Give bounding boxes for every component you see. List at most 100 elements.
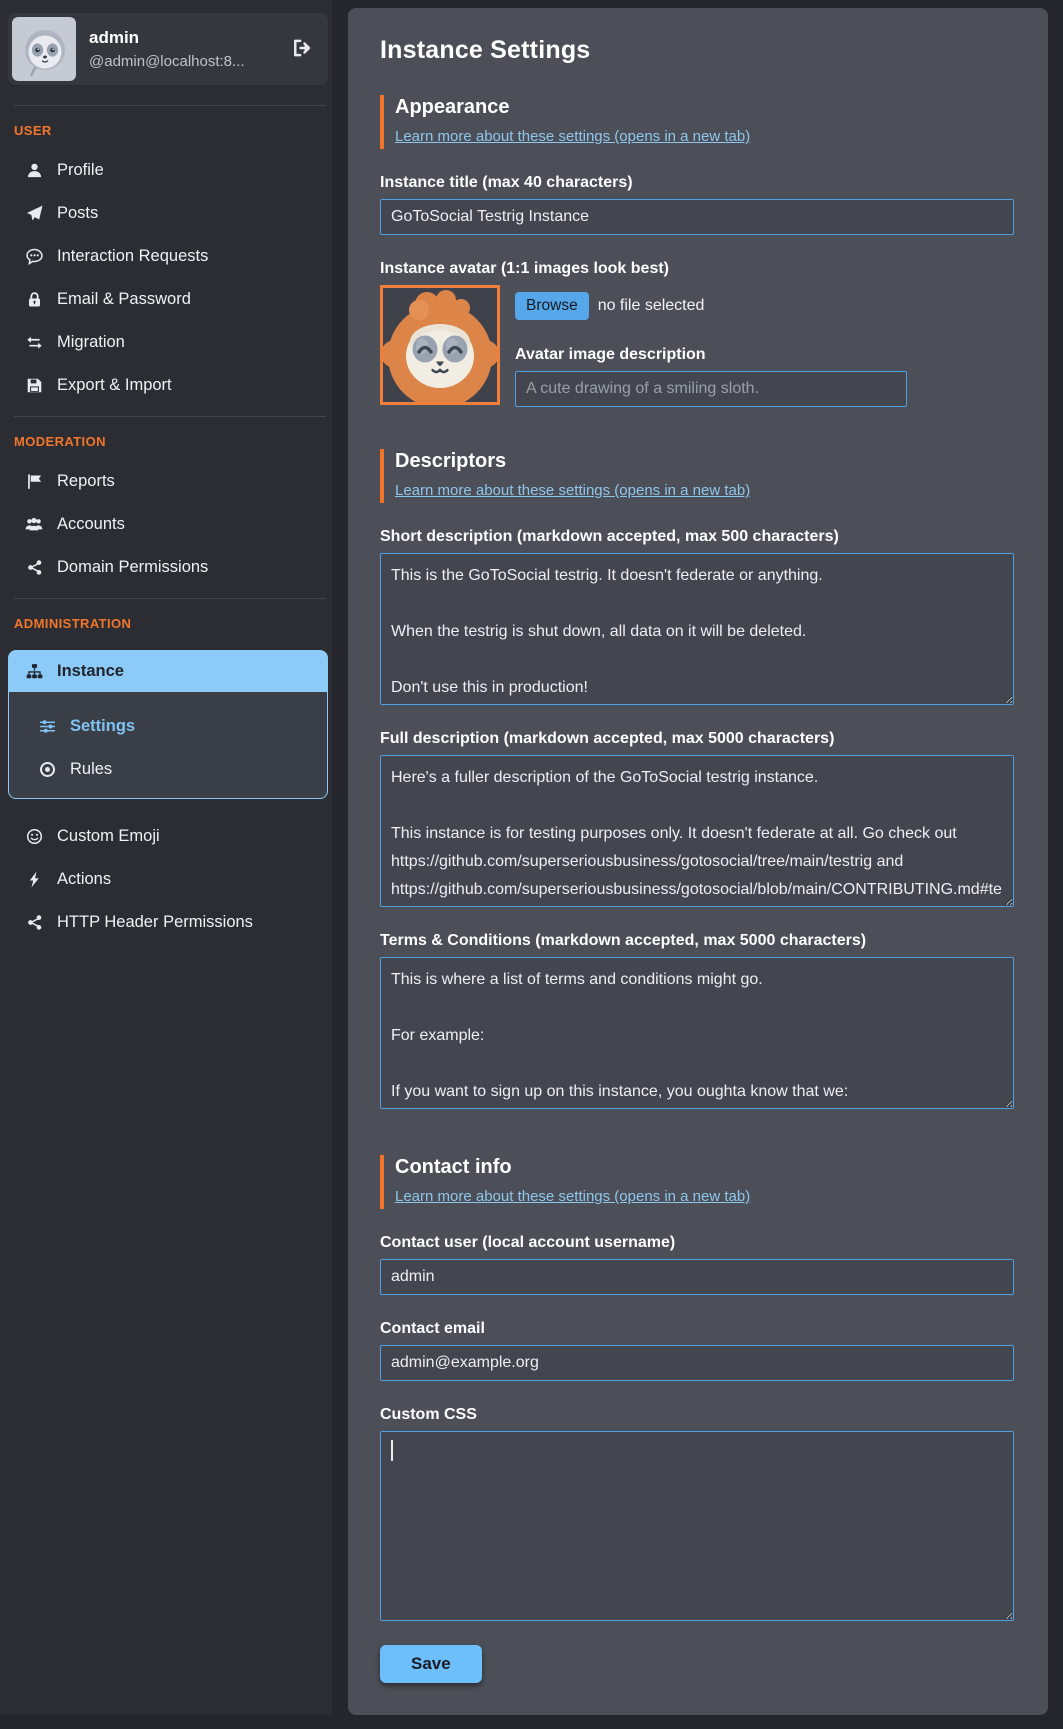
contact-email-label: Contact email [380, 1320, 1014, 1338]
avatar-description-label: Avatar image description [515, 346, 1014, 364]
sidebar-divider [14, 416, 326, 417]
logout-icon [292, 37, 312, 59]
sidebar-divider [14, 598, 326, 599]
instance-avatar-field: Instance avatar (1:1 images look best) [380, 260, 1014, 407]
sidebar-item-accounts[interactable]: Accounts [24, 513, 332, 535]
sidebar-item-label: Custom Emoji [57, 827, 160, 846]
instance-avatar-image [380, 285, 500, 405]
bolt-icon [24, 871, 44, 888]
user-name: admin [89, 27, 245, 48]
page-title: Instance Settings [380, 36, 1014, 65]
terms-label: Terms & Conditions (markdown accepted, m… [380, 932, 1014, 950]
full-description-label: Full description (markdown accepted, max… [380, 730, 1014, 748]
sidebar-item-label: Reports [57, 472, 115, 491]
custom-css-textarea[interactable] [380, 1431, 1014, 1621]
save-button[interactable]: Save [380, 1645, 482, 1683]
page: admin @admin@localhost:8... USER Profile [0, 0, 1063, 1729]
appearance-section-header: Appearance Learn more about these settin… [380, 95, 1014, 149]
floppy-disk-icon [24, 377, 44, 394]
instance-nav-block: Instance Settings Rules [8, 650, 328, 799]
descriptors-heading: Descriptors [395, 450, 1014, 473]
sidebar-item-label: Export & Import [57, 376, 172, 395]
sidebar-item-label: Email & Password [57, 290, 191, 309]
sidebar-item-export-import[interactable]: Export & Import [24, 374, 332, 396]
user-avatar [12, 17, 76, 81]
sidebar-item-label: Settings [70, 717, 135, 736]
arrows-left-right-icon [24, 334, 44, 351]
users-icon [24, 516, 44, 533]
sidebar-item-label: Instance [57, 662, 124, 681]
terms-field: Terms & Conditions (markdown accepted, m… [380, 932, 1014, 1109]
sidebar-item-migration[interactable]: Migration [24, 331, 332, 353]
appearance-learn-more-link[interactable]: Learn more about these settings (opens i… [395, 128, 750, 145]
sidebar-item-posts[interactable]: Posts [24, 202, 332, 224]
short-description-label: Short description (markdown accepted, ma… [380, 528, 1014, 546]
file-status-text: no file selected [598, 297, 705, 315]
sitemap-icon [24, 663, 44, 680]
paper-plane-icon [24, 205, 44, 222]
sidebar-item-profile[interactable]: Profile [24, 159, 332, 181]
smiley-icon [24, 828, 44, 845]
sidebar-item-label: Domain Permissions [57, 558, 208, 577]
user-handle: @admin@localhost:8... [89, 53, 245, 72]
contact-user-input[interactable] [380, 1259, 1014, 1295]
sidebar-item-http-header-permissions[interactable]: HTTP Header Permissions [24, 911, 332, 933]
sidebar-item-reports[interactable]: Reports [24, 470, 332, 492]
instance-settings-panel: Instance Settings Appearance Learn more … [348, 8, 1048, 1715]
sidebar-item-instance[interactable]: Instance [8, 650, 328, 692]
sidebar-item-label: Migration [57, 333, 125, 352]
descriptors-learn-more-link[interactable]: Learn more about these settings (opens i… [395, 482, 750, 499]
sidebar-item-email-password[interactable]: Email & Password [24, 288, 332, 310]
avatar-description-input[interactable] [515, 371, 907, 407]
terms-textarea[interactable]: This is where a list of terms and condit… [380, 957, 1014, 1109]
user-card[interactable]: admin @admin@localhost:8... [8, 13, 328, 85]
sliders-icon [37, 718, 57, 735]
short-description-field: Short description (markdown accepted, ma… [380, 528, 1014, 705]
contact-email-field: Contact email [380, 1320, 1014, 1381]
descriptors-section-header: Descriptors Learn more about these setti… [380, 449, 1014, 503]
sidebar-item-actions[interactable]: Actions [24, 868, 332, 890]
instance-title-field: Instance title (max 40 characters) [380, 174, 1014, 235]
appearance-heading: Appearance [395, 96, 1014, 119]
instance-submenu: Settings Rules [8, 692, 328, 799]
browse-button[interactable]: Browse [515, 292, 589, 320]
share-nodes-icon [24, 914, 44, 931]
sidebar-item-custom-emoji[interactable]: Custom Emoji [24, 825, 332, 847]
sidebar-item-interaction-requests[interactable]: Interaction Requests [24, 245, 332, 267]
custom-css-field: Custom CSS [380, 1406, 1014, 1621]
sidebar-item-label: Actions [57, 870, 111, 889]
lock-icon [24, 291, 44, 308]
sidebar-section-heading-user: USER [14, 123, 332, 138]
sidebar-item-rules[interactable]: Rules [37, 758, 327, 780]
sidebar-item-label: Rules [70, 760, 112, 779]
instance-avatar-label: Instance avatar (1:1 images look best) [380, 260, 1014, 278]
logout-button[interactable] [286, 33, 318, 66]
sidebar-item-label: Posts [57, 204, 98, 223]
user-icon [24, 162, 44, 179]
sidebar: admin @admin@localhost:8... USER Profile [0, 0, 332, 1715]
sidebar-item-label: Interaction Requests [57, 247, 208, 266]
sidebar-item-label: HTTP Header Permissions [57, 913, 253, 932]
user-names: admin @admin@localhost:8... [89, 27, 245, 72]
contact-learn-more-link[interactable]: Learn more about these settings (opens i… [395, 1188, 750, 1205]
custom-css-label: Custom CSS [380, 1406, 1014, 1424]
sidebar-item-settings[interactable]: Settings [37, 715, 327, 737]
short-description-textarea[interactable]: This is the GoToSocial testrig. It doesn… [380, 553, 1014, 705]
comment-dots-icon [24, 248, 44, 265]
flag-icon [24, 473, 44, 490]
instance-title-input[interactable] [380, 199, 1014, 235]
sidebar-item-label: Profile [57, 161, 104, 180]
sidebar-item-label: Accounts [57, 515, 125, 534]
contact-heading: Contact info [395, 1156, 1014, 1179]
full-description-textarea[interactable]: Here's a fuller description of the GoToS… [380, 755, 1014, 907]
circle-dot-icon [37, 761, 57, 778]
contact-section-header: Contact info Learn more about these sett… [380, 1155, 1014, 1209]
sidebar-section-heading-moderation: MODERATION [14, 434, 332, 449]
sidebar-divider [14, 105, 326, 106]
contact-user-label: Contact user (local account username) [380, 1234, 1014, 1252]
contact-email-input[interactable] [380, 1345, 1014, 1381]
sidebar-section-heading-administration: ADMINISTRATION [14, 616, 332, 631]
instance-title-label: Instance title (max 40 characters) [380, 174, 1014, 192]
full-description-field: Full description (markdown accepted, max… [380, 730, 1014, 907]
sidebar-item-domain-permissions[interactable]: Domain Permissions [24, 556, 332, 578]
